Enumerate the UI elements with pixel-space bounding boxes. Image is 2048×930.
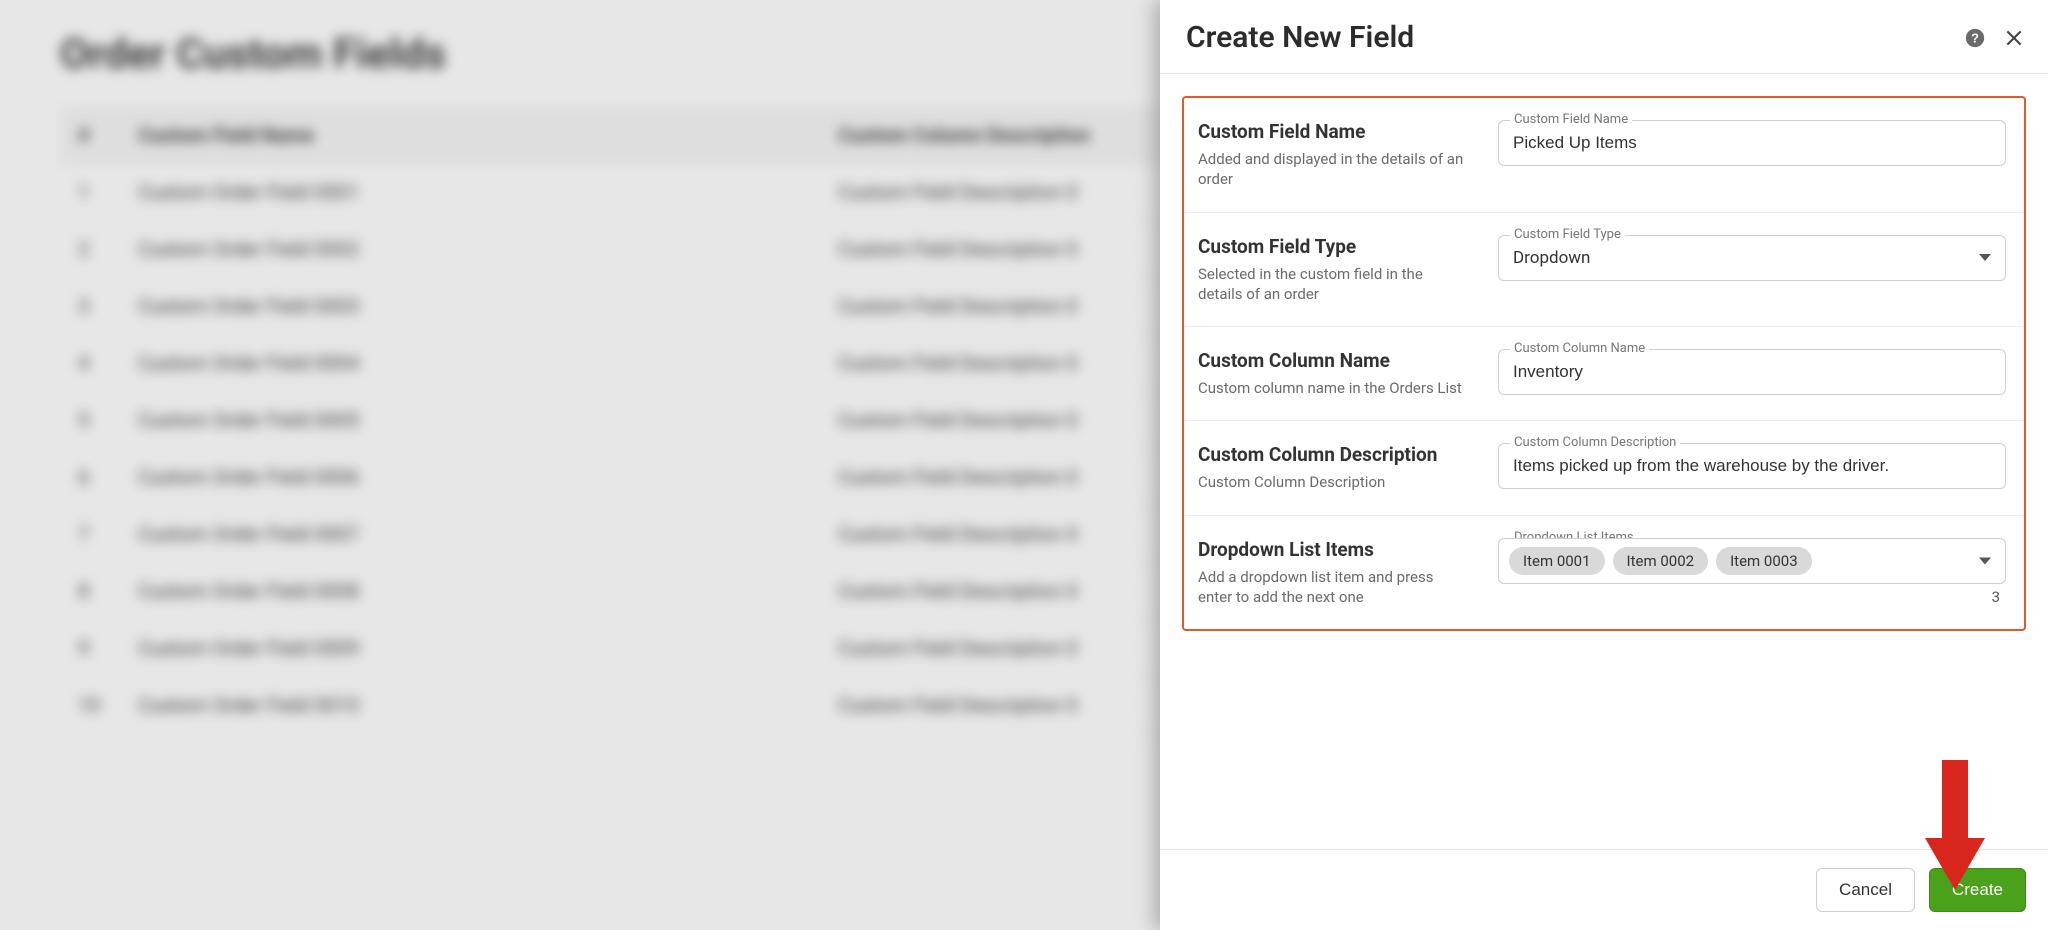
panel-header: Create New Field ? bbox=[1160, 0, 2048, 74]
cancel-button[interactable]: Cancel bbox=[1816, 868, 1915, 912]
float-column-desc: Custom Column Description bbox=[1510, 435, 1680, 450]
input-dropdown-items[interactable]: Item 0001 Item 0002 Item 0003 bbox=[1498, 538, 2006, 584]
label-field-type: Custom Field Type bbox=[1198, 235, 1468, 258]
desc-dropdown-items: Add a dropdown list item and press enter… bbox=[1198, 567, 1468, 608]
panel-title: Create New Field bbox=[1186, 20, 1414, 55]
form-highlight-box: Custom Field Name Added and displayed in… bbox=[1182, 96, 2026, 631]
chevron-down-icon bbox=[1979, 254, 1991, 261]
create-button[interactable]: Create bbox=[1929, 868, 2026, 912]
desc-field-type: Selected in the custom field in the deta… bbox=[1198, 264, 1468, 305]
dropdown-items-count: 3 bbox=[1498, 584, 2006, 606]
label-dropdown-items: Dropdown List Items bbox=[1198, 538, 1468, 561]
row-field-type: Custom Field Type Selected in the custom… bbox=[1184, 213, 2024, 328]
label-field-name: Custom Field Name bbox=[1198, 120, 1468, 143]
modal-backdrop bbox=[0, 0, 1170, 930]
label-column-name: Custom Column Name bbox=[1198, 349, 1468, 372]
chip-item[interactable]: Item 0002 bbox=[1613, 547, 1709, 575]
row-field-name: Custom Field Name Added and displayed in… bbox=[1184, 98, 2024, 213]
label-column-desc: Custom Column Description bbox=[1198, 443, 1468, 466]
chevron-down-icon bbox=[1979, 557, 1991, 564]
chip-item[interactable]: Item 0003 bbox=[1716, 547, 1812, 575]
panel-body: Custom Field Name Added and displayed in… bbox=[1160, 74, 2048, 849]
float-field-type: Custom Field Type bbox=[1510, 227, 1625, 242]
select-field-type-value: Dropdown bbox=[1513, 248, 1590, 268]
close-icon[interactable] bbox=[2004, 28, 2024, 48]
svg-text:?: ? bbox=[1971, 30, 1979, 45]
help-icon[interactable]: ? bbox=[1964, 27, 1986, 49]
desc-column-name: Custom column name in the Orders List bbox=[1198, 378, 1468, 398]
row-column-name: Custom Column Name Custom column name in… bbox=[1184, 327, 2024, 421]
desc-column-desc: Custom Column Description bbox=[1198, 472, 1468, 492]
chip-item[interactable]: Item 0001 bbox=[1509, 547, 1605, 575]
float-field-name: Custom Field Name bbox=[1510, 112, 1632, 127]
create-field-panel: Create New Field ? Custom Field Name Add… bbox=[1160, 0, 2048, 930]
float-column-name: Custom Column Name bbox=[1510, 341, 1649, 356]
row-dropdown-items: Dropdown List Items Add a dropdown list … bbox=[1184, 516, 2024, 630]
desc-field-name: Added and displayed in the details of an… bbox=[1198, 149, 1468, 190]
panel-footer: Cancel Create bbox=[1160, 849, 2048, 930]
row-column-desc: Custom Column Description Custom Column … bbox=[1184, 421, 2024, 515]
